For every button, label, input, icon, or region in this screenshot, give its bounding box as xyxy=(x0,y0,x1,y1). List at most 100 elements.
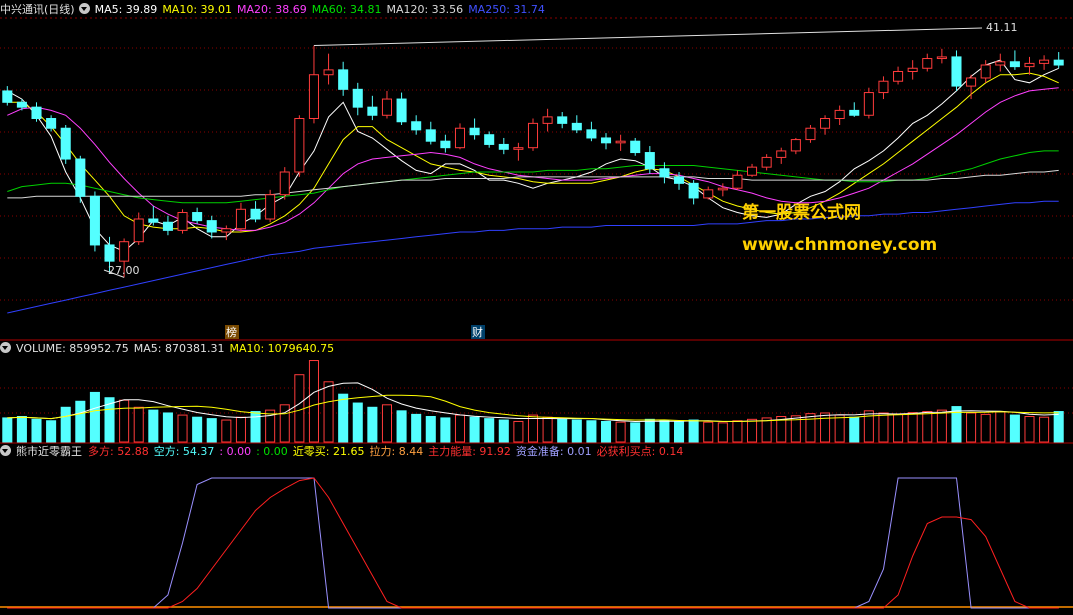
candle-body xyxy=(16,101,27,108)
volume-bar xyxy=(206,418,217,443)
candle-body xyxy=(396,98,407,123)
candle-body xyxy=(893,70,904,82)
candle-body xyxy=(995,61,1006,66)
volume-bar xyxy=(381,404,392,443)
volume-bar xyxy=(936,409,947,443)
indicator_header-value: 多方: 52.88 xyxy=(88,445,149,458)
collapse-toggle-icon[interactable] xyxy=(0,342,11,353)
volume-bar xyxy=(338,393,349,443)
collapse-toggle-icon[interactable] xyxy=(78,3,90,14)
candle-body xyxy=(586,129,597,139)
candle-body xyxy=(498,143,509,150)
candle-body xyxy=(148,218,159,223)
volume-bar xyxy=(352,402,363,443)
volume-bar xyxy=(644,418,655,443)
candle-body xyxy=(279,171,290,196)
volume-bar xyxy=(659,420,670,443)
candle-body xyxy=(557,116,568,124)
volume-bar xyxy=(425,416,436,443)
price_header-value: MA60: 34.81 xyxy=(311,3,382,16)
price_header-value: MA20: 38.69 xyxy=(237,3,307,16)
price_header-value: MA10: 39.01 xyxy=(162,3,233,16)
ma-line-ma250 xyxy=(7,200,1059,314)
price_header-value: MA5: 39.89 xyxy=(94,3,158,16)
volume-bar xyxy=(761,417,772,443)
candle-body xyxy=(60,127,71,160)
candle-body xyxy=(674,176,685,184)
indicator-panel xyxy=(7,477,1059,609)
indicator-header: 熊市近零霸王 多方: 52.88 空方: 54.37: 0.00: 0.00 近零买:… xyxy=(0,444,693,460)
candle-body xyxy=(820,118,831,129)
volume-bar xyxy=(367,406,378,443)
candle-body xyxy=(936,56,947,60)
volume-bar xyxy=(469,416,480,443)
candle-body xyxy=(907,67,918,72)
volume-bar xyxy=(75,400,86,443)
candle-body xyxy=(235,208,246,230)
candle-body xyxy=(192,212,203,222)
volume-bar xyxy=(893,413,904,443)
chart-canvas: 41.11 27.00 榜 财 第一股票公式网 www.chnmoney.com xyxy=(0,17,1073,609)
watermark-line2: www.chnmoney.com xyxy=(742,235,937,255)
price_header-value: MA120: 33.56 xyxy=(386,3,464,16)
candle-body xyxy=(1009,61,1020,68)
candle-body xyxy=(630,140,641,154)
indicator_header-value: : 0.00 xyxy=(219,445,252,458)
volume-bar xyxy=(615,421,626,443)
volume-bar xyxy=(498,419,509,443)
volume-bar xyxy=(527,414,539,443)
candle-body xyxy=(469,127,480,136)
indicator_header-value: 近零买: 21.65 xyxy=(292,445,365,458)
volume-bar xyxy=(308,360,319,443)
candle-body xyxy=(717,187,728,191)
candle-body xyxy=(571,122,582,131)
candle-body xyxy=(206,220,217,233)
watermark-line1: 第一股票公式网 xyxy=(742,202,861,223)
candle-body xyxy=(425,129,436,142)
volume-bar xyxy=(396,410,407,443)
volume-bar xyxy=(294,374,305,443)
candle-body xyxy=(732,174,743,189)
volume-bar xyxy=(571,419,582,443)
collapse-toggle-icon[interactable] xyxy=(0,445,11,456)
volume-bar xyxy=(148,409,159,443)
volume-bar xyxy=(89,391,100,443)
candle-body xyxy=(294,118,305,173)
candle-body xyxy=(761,156,772,168)
candle-body xyxy=(177,212,188,231)
candle-body xyxy=(411,121,422,131)
candle-body xyxy=(104,244,115,262)
candle-body xyxy=(1053,59,1064,66)
candle-body xyxy=(615,140,626,144)
volume-bar xyxy=(878,412,889,443)
volume-bar xyxy=(454,414,466,443)
candle-body xyxy=(75,158,86,197)
price-header: 中兴通讯(日线) MA5: 39.89 MA10: 39.01 MA20: 38.69… xyxy=(0,2,555,18)
volume-bar xyxy=(323,381,334,443)
grid-lines xyxy=(0,17,1073,608)
tag-cai: 财 xyxy=(472,325,483,339)
candle-body xyxy=(265,194,276,220)
candle-body xyxy=(966,77,977,87)
candle-body xyxy=(250,208,261,220)
candle-body xyxy=(1024,62,1035,68)
candle-body xyxy=(542,116,553,124)
volume-panel xyxy=(2,360,1064,443)
candle-body xyxy=(162,221,173,231)
indicator_header-value: 拉力: 8.44 xyxy=(369,445,424,458)
tag-bang: 榜 xyxy=(226,325,237,339)
volume-bar xyxy=(411,413,422,443)
volume-bar xyxy=(586,420,597,443)
candle-body xyxy=(381,98,392,116)
candle-body xyxy=(790,139,801,152)
candle-body xyxy=(1039,59,1050,64)
candle-body xyxy=(922,58,933,69)
volume-bar xyxy=(688,419,699,443)
volume-bar xyxy=(1039,416,1050,443)
candle-body xyxy=(849,109,860,116)
candle-body xyxy=(454,127,466,149)
candle-body xyxy=(600,137,612,144)
volume-bar xyxy=(1009,414,1020,443)
price_header-value: MA250: 31.74 xyxy=(468,3,545,16)
volume-bar xyxy=(834,414,845,443)
